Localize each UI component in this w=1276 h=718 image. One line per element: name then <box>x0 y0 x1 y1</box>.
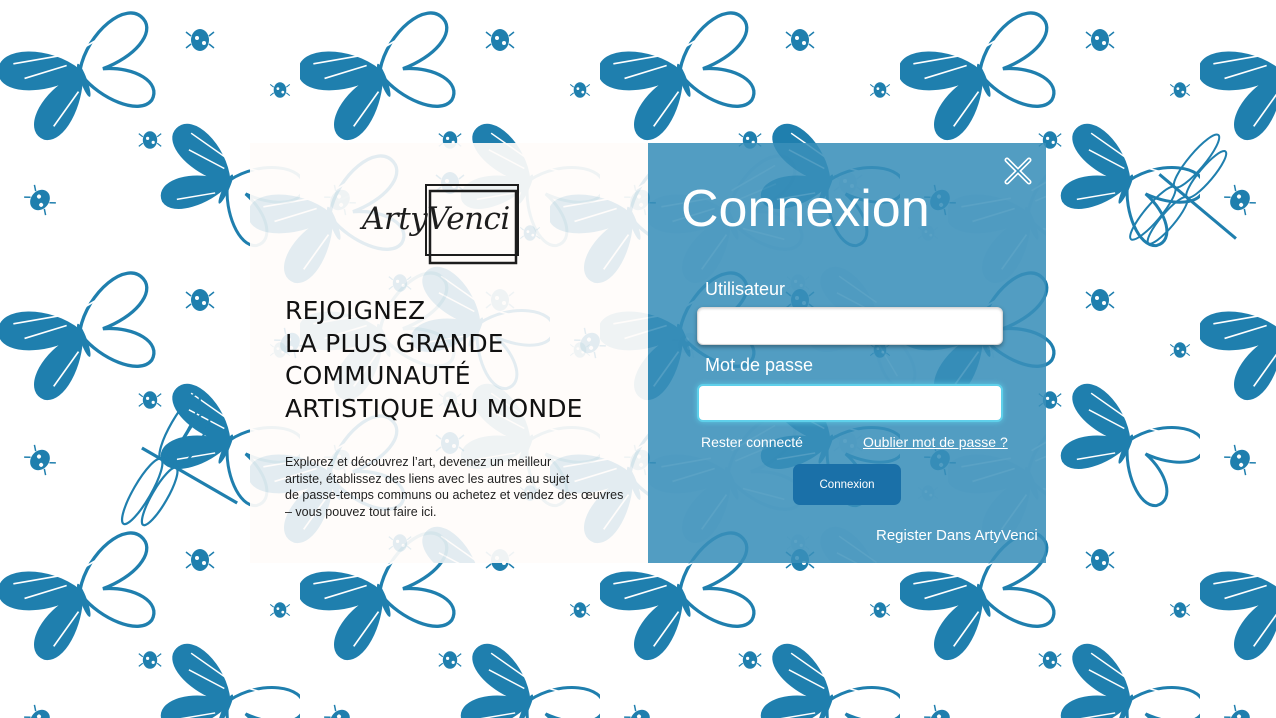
close-icon <box>1004 157 1032 185</box>
artyvenci-logo: ArtyVenci <box>362 183 522 267</box>
forgot-password-link[interactable]: Oublier mot de passe ? <box>863 434 1008 450</box>
description-line: Explorez et découvrez l’art, devenez un … <box>285 455 552 469</box>
password-label: Mot de passe <box>705 355 814 375</box>
login-submit-button[interactable]: Connexion <box>793 464 901 505</box>
headline-line: REJOIGNEZ <box>285 296 426 325</box>
headline-line: LA PLUS GRANDE <box>285 328 504 358</box>
headline-line: ARTISTIQUE AU MONDE <box>285 393 583 423</box>
promo-headline: REJOIGNEZ LA PLUS GRANDE COMMUNAUTÉ ARTI… <box>285 295 583 425</box>
close-button[interactable] <box>1002 155 1034 187</box>
description-line: artiste, établissez des liens avec les a… <box>285 471 570 486</box>
register-link[interactable]: Register Dans ArtyVenci <box>876 527 1038 544</box>
logo-text: ArtyVenci <box>362 201 510 237</box>
login-title: Connexion <box>681 180 930 238</box>
promo-description: Explorez et découvrez l’art, devenez un … <box>285 454 630 520</box>
login-panel: Connexion Utilisateur Mot de passe Reste… <box>648 143 1046 563</box>
remember-me-option[interactable]: Rester connecté <box>701 434 803 450</box>
description-line: de passe-temps communs ou achetez et ven… <box>285 488 624 502</box>
username-label: Utilisateur <box>705 279 786 299</box>
promo-panel: ArtyVenci REJOIGNEZ LA PLUS GRANDE COMMU… <box>250 143 648 563</box>
headline-line: COMMUNAUTÉ <box>285 361 471 390</box>
description-line: – vous pouvez tout faire ici. <box>285 504 437 519</box>
password-input[interactable] <box>697 384 1003 422</box>
username-input[interactable] <box>697 307 1003 345</box>
